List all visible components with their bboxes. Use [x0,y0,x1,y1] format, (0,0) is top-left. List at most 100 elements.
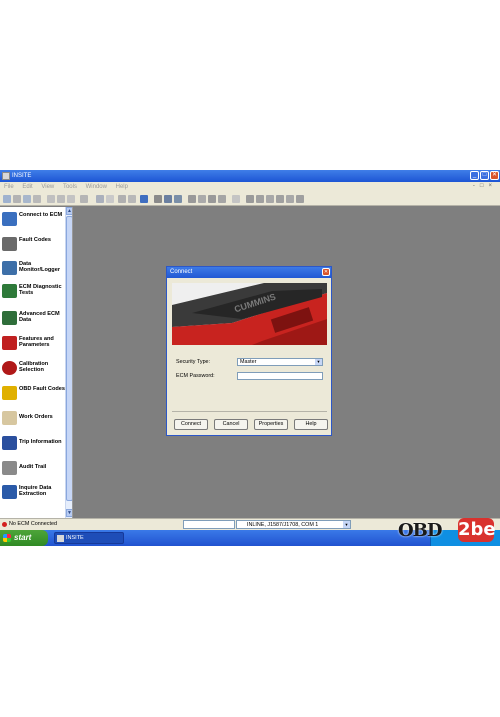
new-icon[interactable] [3,195,11,203]
print-icon[interactable] [33,195,41,203]
sidebar-item-fault-codes[interactable]: Fault Codes [2,234,64,256]
sidebar-item-audit-trail[interactable]: Audit Trail [2,458,64,480]
start-label: start [14,533,32,542]
mdi-controls[interactable]: -□× [473,183,497,189]
fault-codes-icon [2,237,17,251]
start-button[interactable]: start [0,530,48,546]
scroll-up-icon[interactable]: ▲ [66,207,72,215]
menu-file[interactable]: File [4,184,14,190]
connect-tool-icon[interactable] [140,195,148,203]
menu-tools[interactable]: Tools [63,184,77,190]
dialog-divider [172,411,327,412]
tool-a-icon[interactable] [118,195,126,203]
watermark-logo: OBD 2be [398,517,498,545]
play-icon[interactable] [266,195,274,203]
tool-d-icon[interactable] [188,195,196,203]
menu-window[interactable]: Window [86,184,107,190]
close-button[interactable]: ✕ [490,171,499,180]
app-icon [2,172,10,180]
sidebar-item-label: Trip Information [19,439,62,445]
features-icon [2,336,17,350]
sidebar-item-data-monitor[interactable]: Data Monitor/Logger [2,258,64,280]
help-button[interactable]: Help [294,419,328,430]
sidebar-item-connect[interactable]: Connect to ECM [2,209,64,231]
ecm-password-field[interactable] [237,372,323,380]
advanced-data-icon [2,311,17,325]
chevron-down-icon[interactable]: ▼ [315,359,322,365]
menu-view[interactable]: View [41,184,54,190]
sidebar-item-label: Fault Codes [19,237,52,243]
record-icon[interactable] [246,195,254,203]
minimize-button[interactable]: _ [470,171,479,180]
taskbar-app-button[interactable]: INSITE [54,532,124,544]
paste-icon[interactable] [67,195,75,203]
sidebar-item-label: OBD Fault Codes [19,386,65,392]
security-type-label: Security Type: [176,359,211,365]
watermark-right: 2be [458,518,496,542]
stop-icon[interactable] [256,195,264,203]
adapter-icon-box[interactable] [183,520,235,529]
connect-button[interactable]: Connect [174,419,208,430]
chart-icon[interactable] [208,195,216,203]
app-icon [57,535,64,542]
sidebar-item-label: Data Monitor/Logger [19,261,61,274]
sidebar-item-inquire-data[interactable]: Inquire Data Extraction [2,482,64,504]
adapter-select[interactable]: INLINE, J1587/J1708, COM 1 ▼ [236,520,351,529]
sidebar-item-obd-fault[interactable]: OBD Fault Codes [2,383,65,405]
copy-icon[interactable] [57,195,65,203]
connect-dialog: Connect ✕ CUMMINS Security Type: Master … [166,266,332,436]
sidebar: Connect to ECM Fault Codes Data Monitor/… [0,207,73,518]
diagnostic-tests-icon [2,284,17,298]
sidebar-item-features[interactable]: Features and Parameters [2,333,64,355]
maximize-button[interactable]: □ [480,171,489,180]
help-icon[interactable] [106,195,114,203]
sidebar-item-advanced-data[interactable]: Advanced ECM Data [2,308,64,330]
toolbar [0,193,500,206]
tool-b-icon[interactable] [128,195,136,203]
tool-e-icon[interactable] [198,195,206,203]
sidebar-item-label: Calibration Selection [19,361,49,374]
watermark-left: OBD [398,520,443,541]
monitor-icon[interactable] [164,195,172,203]
step-icon[interactable] [286,195,294,203]
filter-icon[interactable] [218,195,226,203]
pause-icon[interactable] [276,195,284,203]
data-monitor-icon [2,261,17,275]
sidebar-scrollbar[interactable]: ▲ ▼ [65,207,72,518]
sidebar-item-label: Work Orders [19,414,53,420]
chevron-down-icon[interactable]: ▼ [343,521,350,528]
sidebar-item-calibration[interactable]: Calibration Selection [2,358,64,380]
audit-trail-icon [2,461,17,475]
sidebar-item-diagnostic-tests[interactable]: ECM Diagnostic Tests [2,281,64,307]
calibration-icon [2,361,17,375]
menu-help[interactable]: Help [116,184,128,190]
tool-f-icon[interactable] [232,195,240,203]
engine-image: CUMMINS [172,283,327,345]
find-icon[interactable] [96,195,104,203]
app-screen: INSITE _ □ ✕ File Edit View Tools Window… [0,170,500,546]
tool-g-icon[interactable] [296,195,304,203]
security-type-select[interactable]: Master ▼ [237,358,323,366]
taskbar-app-label: INSITE [66,535,84,541]
scroll-thumb[interactable] [66,216,72,501]
save-icon[interactable] [23,195,31,203]
cancel-button[interactable]: Cancel [214,419,248,430]
dialog-close-button[interactable]: ✕ [322,268,330,276]
disconnect-icon[interactable] [154,195,162,203]
sidebar-item-label: Audit Trail [19,464,47,470]
sidebar-item-work-orders[interactable]: Work Orders [2,408,64,430]
undo-icon[interactable] [80,195,88,203]
open-icon[interactable] [13,195,21,203]
connection-status-icon [2,522,7,527]
scroll-down-icon[interactable]: ▼ [66,509,72,517]
adapter-value: INLINE, J1587/J1708, COM 1 [247,522,319,528]
ecm-password-label: ECM Password: [176,373,215,379]
cut-icon[interactable] [47,195,55,203]
properties-button[interactable]: Properties [254,419,288,430]
sidebar-item-label: ECM Diagnostic Tests [19,284,62,297]
inquire-data-icon [2,485,17,499]
tool-c-icon[interactable] [174,195,182,203]
dialog-title: Connect [167,267,331,278]
menu-edit[interactable]: Edit [22,184,32,190]
sidebar-item-trip-info[interactable]: Trip Information [2,433,64,455]
